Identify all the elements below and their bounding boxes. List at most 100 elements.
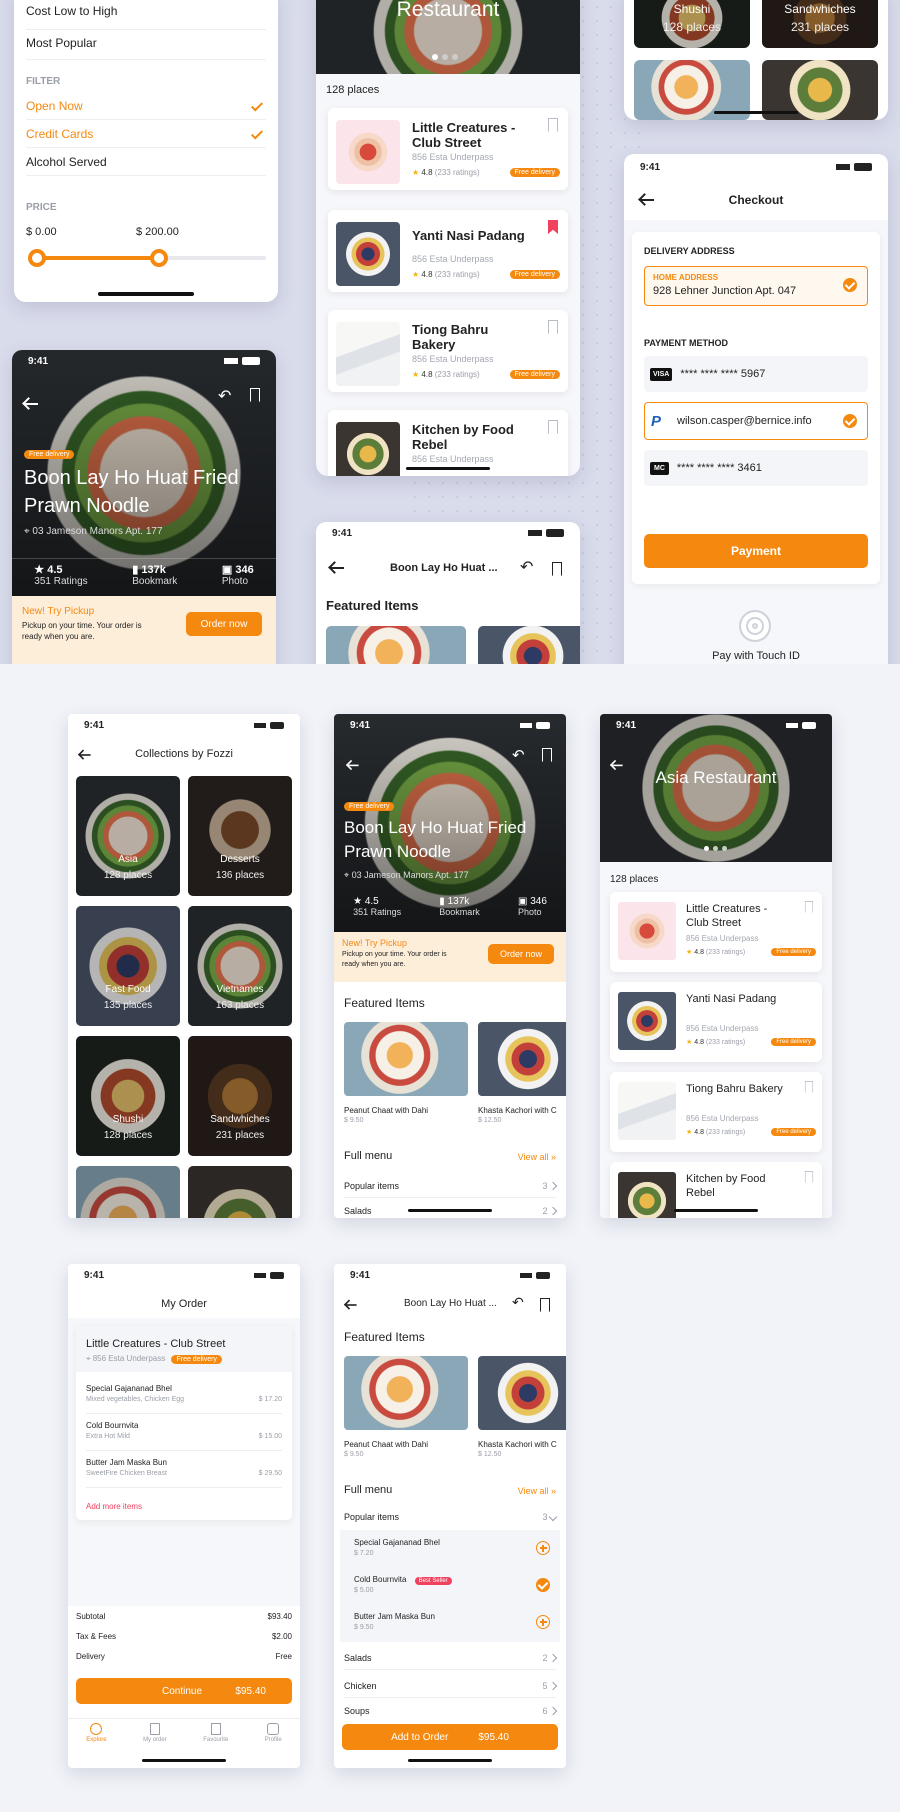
pickup-title: New! Try Pickup bbox=[22, 606, 95, 617]
payment-button[interactable]: Payment bbox=[644, 534, 868, 568]
tab-favourite[interactable]: Favourite bbox=[203, 1723, 228, 1754]
payment-method-mastercard[interactable]: MC **** **** **** 3461 bbox=[644, 450, 868, 486]
order-item-price: $ 29.50 bbox=[258, 1470, 282, 1477]
order-item[interactable]: Butter Jam Maska Bun SweetFire Chicken Br… bbox=[86, 1452, 282, 1488]
tab-my-order[interactable]: My order bbox=[143, 1723, 167, 1754]
menu-row[interactable]: Soups 6 bbox=[344, 1702, 558, 1720]
price-slider-handle-min[interactable] bbox=[28, 249, 46, 267]
chevron-right-icon bbox=[548, 1181, 558, 1190]
share-icon[interactable]: ↶ bbox=[520, 557, 533, 577]
full-menu-title: Full menu bbox=[344, 1150, 393, 1162]
menu-row-popular[interactable]: Popular items 3 bbox=[344, 1506, 558, 1528]
view-all-link[interactable]: View all » bbox=[518, 1152, 556, 1162]
back-arrow-icon[interactable] bbox=[640, 199, 654, 201]
order-item[interactable]: Cold Bournvita Extra Hot Mild $ 15.00 bbox=[86, 1415, 282, 1451]
popular-item[interactable]: Butter Jam Maska Bun $ 9.50 bbox=[340, 1604, 560, 1641]
popular-item[interactable]: Cold Bournvita Best Seller $ 5.00 bbox=[340, 1567, 560, 1604]
share-icon[interactable]: ↶ bbox=[218, 386, 231, 406]
featured-item-image[interactable] bbox=[478, 1022, 566, 1096]
menu-row-label: Salads bbox=[344, 1652, 372, 1663]
restaurant-list-full-screen: 9:41 Asia Restaurant 128 places Little C… bbox=[600, 714, 832, 1218]
restaurant-card[interactable]: Tiong Bahru Bakery 856 Esta Underpass ★ 4.… bbox=[610, 1072, 822, 1152]
collection-tile[interactable] bbox=[76, 1166, 180, 1218]
restaurant-card[interactable]: Tiong Bahru Bakery 856 Esta Underpass ★ … bbox=[328, 310, 568, 392]
summary: Subtotal $93.40 Tax & Fees $2.00 Delivery F… bbox=[68, 1606, 300, 1768]
featured-item-image[interactable] bbox=[344, 1356, 468, 1430]
collection-tile[interactable] bbox=[188, 1166, 292, 1218]
payment-method-visa[interactable]: VISA **** **** **** 5967 bbox=[644, 356, 868, 392]
back-button[interactable] bbox=[347, 756, 359, 770]
tab-explore[interactable]: Explore bbox=[86, 1723, 107, 1754]
menu-row[interactable]: Salads 2 bbox=[344, 1646, 558, 1670]
order-card: Little Creatures - Club Street Free deli… bbox=[76, 1326, 292, 1520]
bookmark-icon[interactable] bbox=[540, 1298, 550, 1312]
address-selector[interactable]: HOME ADDRESS 928 Lehner Junction Apt. 04… bbox=[644, 266, 868, 306]
back-arrow-icon[interactable] bbox=[330, 567, 344, 569]
restaurant-rating: ★ 4.8 (233 ratings) bbox=[412, 270, 480, 279]
filter-alcohol[interactable]: Alcohol Served bbox=[26, 148, 266, 176]
bookmark-icon[interactable] bbox=[804, 1081, 814, 1093]
featured-item-image[interactable] bbox=[478, 626, 580, 664]
bookmark-icon[interactable] bbox=[548, 118, 558, 132]
free-delivery-badge: Free delivery bbox=[771, 948, 816, 956]
popular-item[interactable]: Special Gajananad Bhel $ 7.20 bbox=[340, 1530, 560, 1567]
bookmark-icon[interactable] bbox=[548, 320, 558, 334]
signal-icons bbox=[520, 721, 550, 729]
back-arrow-icon bbox=[24, 403, 38, 405]
menu-row[interactable]: Chicken 5 bbox=[344, 1674, 558, 1698]
carousel-dots bbox=[704, 846, 727, 851]
restaurant-name: Kitchen by Food Rebel bbox=[412, 422, 514, 452]
menu-row[interactable]: Popular items 3 bbox=[344, 1174, 558, 1198]
restaurant-card[interactable]: Little Creatures - Club Street 856 Esta … bbox=[328, 108, 568, 190]
featured-item-image[interactable] bbox=[478, 1356, 566, 1430]
featured-item-name: Khasta Kachori with C bbox=[478, 1106, 557, 1115]
order-item[interactable]: Special Gajananad Bhel Mixed vegetables, … bbox=[86, 1378, 282, 1414]
payment-method-paypal[interactable]: Pwilson.casper@bernice.info bbox=[644, 402, 868, 440]
filter-open-now[interactable]: Open Now bbox=[26, 92, 266, 120]
back-button[interactable] bbox=[24, 392, 38, 410]
featured-item-image[interactable] bbox=[344, 1022, 468, 1096]
bookmark-filled-icon[interactable] bbox=[548, 220, 558, 234]
order-now-button[interactable]: Order now bbox=[186, 612, 262, 636]
home-indicator bbox=[714, 111, 798, 114]
continue-button[interactable]: Continue $95.40 bbox=[76, 1678, 292, 1704]
added-check-icon[interactable] bbox=[536, 1578, 550, 1592]
add-item-icon[interactable] bbox=[536, 1615, 550, 1629]
tab-bar: Explore My order Favourite Profile bbox=[68, 1718, 300, 1754]
bookmark-icon[interactable] bbox=[804, 1171, 814, 1183]
tab-profile[interactable]: Profile bbox=[265, 1723, 282, 1754]
fingerprint-icon[interactable] bbox=[739, 610, 771, 642]
filter-credit-cards[interactable]: Credit Cards bbox=[26, 120, 266, 148]
star-icon: ★ bbox=[412, 370, 420, 379]
bookmark-icon[interactable] bbox=[804, 901, 814, 913]
order-item-desc: Mixed vegetables, Chicken Egg bbox=[86, 1396, 185, 1403]
back-arrow-icon[interactable] bbox=[345, 1304, 357, 1306]
price-slider-handle-max[interactable] bbox=[150, 249, 168, 267]
pickup-banner: New! Try Pickup Pickup on your time. You… bbox=[12, 596, 276, 664]
sort-option[interactable]: Most Popular bbox=[26, 30, 266, 60]
order-now-button[interactable]: Order now bbox=[488, 944, 554, 964]
tax-row: Tax & Fees $2.00 bbox=[76, 1632, 292, 1641]
view-all-link[interactable]: View all » bbox=[518, 1486, 556, 1496]
add-item-icon[interactable] bbox=[536, 1541, 550, 1555]
price-min: $ 0.00 bbox=[26, 226, 57, 238]
restaurant-card[interactable]: Yanti Nasi Padang 856 Esta Underpass ★ 4.8… bbox=[610, 982, 822, 1062]
bookmark-icon[interactable] bbox=[548, 420, 558, 434]
featured-item-image[interactable] bbox=[326, 626, 466, 664]
collection-name: Vietnames bbox=[216, 984, 264, 995]
share-icon[interactable]: ↶ bbox=[512, 746, 525, 764]
bookmark-icon[interactable] bbox=[552, 562, 562, 576]
price-slider-fill bbox=[36, 256, 158, 260]
sort-option[interactable]: Cost Low to High bbox=[26, 4, 266, 30]
profile-icon bbox=[267, 1723, 280, 1735]
menu-row-label: Chicken bbox=[344, 1680, 377, 1691]
restaurant-card[interactable]: Little Creatures - Club Street 856 Esta U… bbox=[610, 892, 822, 972]
add-more-items-link[interactable]: Add more items bbox=[86, 1502, 142, 1511]
chevron-right-icon bbox=[548, 1206, 558, 1216]
paypal-icon: P bbox=[651, 412, 662, 430]
chevron-right-icon bbox=[548, 1681, 558, 1690]
status-time: 9:41 bbox=[616, 719, 637, 731]
share-icon[interactable]: ↶ bbox=[512, 1294, 524, 1311]
add-to-order-button[interactable]: Add to Order $95.40 bbox=[342, 1724, 558, 1750]
restaurant-card[interactable]: Yanti Nasi Padang 856 Esta Underpass ★ 4… bbox=[328, 210, 568, 292]
